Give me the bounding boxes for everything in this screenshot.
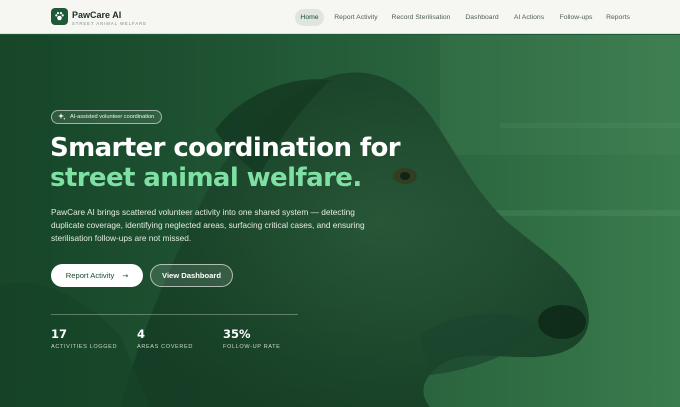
view-dashboard-button[interactable]: View Dashboard bbox=[150, 264, 233, 287]
stat-label: AREAS COVERED bbox=[137, 344, 193, 350]
nav-reports[interactable]: Reports bbox=[603, 9, 633, 26]
nav-home[interactable]: Home bbox=[295, 9, 324, 26]
hero-description: PawCare AI brings scattered volunteer ac… bbox=[51, 207, 365, 243]
nav-follow-ups[interactable]: Follow-ups bbox=[555, 9, 597, 26]
hero-section: AI-assisted volunteer coordination Smart… bbox=[0, 35, 680, 407]
nav-record-sterilisation[interactable]: Record Sterilisation bbox=[388, 9, 454, 26]
report-activity-label: Report Activity bbox=[65, 271, 115, 280]
stat-value: 35% bbox=[223, 327, 251, 341]
arrow-right-icon: → bbox=[122, 272, 129, 280]
headline-line1: Smarter coordination for bbox=[50, 133, 401, 163]
report-activity-button[interactable]: Report Activity → bbox=[51, 264, 143, 287]
stats-divider bbox=[51, 314, 298, 315]
stat-value: 4 bbox=[137, 327, 146, 341]
stat-follow-up-rate: 35% FOLLOW-UP RATE bbox=[223, 327, 281, 350]
stat-label: FOLLOW-UP RATE bbox=[223, 344, 281, 350]
stat-areas: 4 AREAS COVERED bbox=[137, 327, 193, 350]
nav-report-activity[interactable]: Report Activity bbox=[330, 9, 382, 26]
paw-icon bbox=[51, 8, 68, 25]
stat-value: 17 bbox=[51, 327, 68, 341]
top-navbar: PawCare AI STREET ANIMAL WELFARE Home Re… bbox=[0, 0, 680, 34]
nav-dashboard[interactable]: Dashboard bbox=[462, 9, 502, 26]
stat-label: ACTIVITIES LOGGED bbox=[51, 344, 118, 350]
brand-tagline: STREET ANIMAL WELFARE bbox=[72, 21, 147, 26]
brand-name: PawCare AI bbox=[72, 10, 122, 20]
sparkle-icon bbox=[58, 113, 66, 120]
stat-activities: 17 ACTIVITIES LOGGED bbox=[51, 327, 117, 350]
ai-badge-label: AI-assisted volunteer coordination bbox=[70, 114, 155, 120]
hero-headline: Smarter coordination for street animal w… bbox=[50, 133, 401, 193]
nav-ai-actions[interactable]: AI Actions bbox=[509, 9, 549, 26]
headline-line2: street animal welfare. bbox=[50, 163, 362, 193]
ai-badge: AI-assisted volunteer coordination bbox=[51, 110, 163, 124]
